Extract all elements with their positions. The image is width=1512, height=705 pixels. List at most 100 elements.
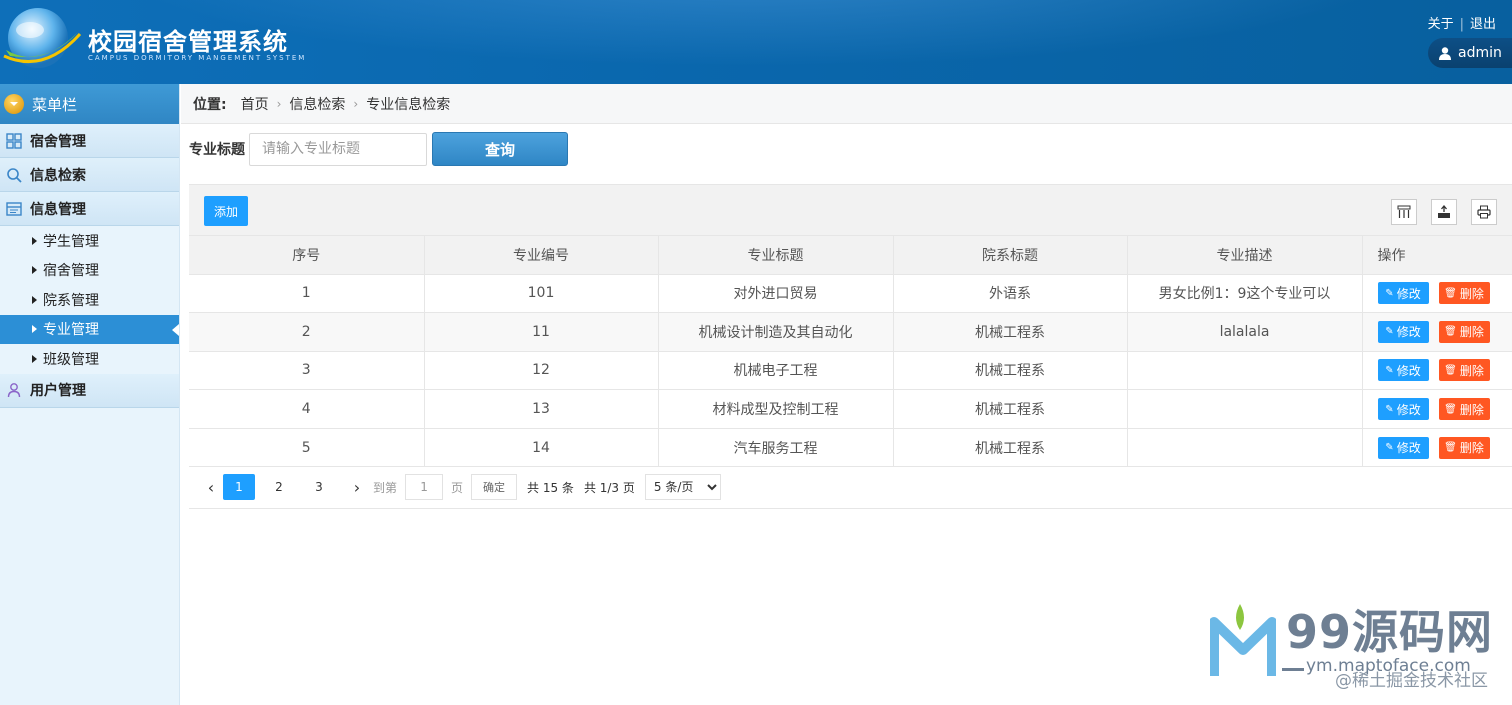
sidebar-item-department[interactable]: 院系管理 (0, 285, 179, 315)
col-header-description[interactable]: 专业描述 (1127, 236, 1363, 275)
sidebar-item-label: 学生管理 (43, 233, 99, 250)
sidebar-item-class[interactable]: 班级管理 (0, 344, 179, 374)
page-3[interactable]: 3 (303, 474, 335, 500)
watermark-community: @稀土掘金技术社区 (1335, 671, 1488, 691)
breadcrumb-info-search[interactable]: 信息检索 (289, 94, 345, 114)
edit-button[interactable]: ✎ 修改 (1377, 398, 1429, 421)
edit-button[interactable]: ✎ 修改 (1377, 436, 1429, 459)
window-icon (6, 201, 22, 216)
total-count: 共 15 条 (527, 480, 574, 495)
watermark: 99源码网 ym.maptoface.com @稀土掘金技术社区 (1210, 596, 1510, 696)
edit-button[interactable]: ✎ 修改 (1377, 282, 1429, 305)
edit-button[interactable]: ✎ 修改 (1377, 320, 1429, 343)
print-icon[interactable] (1471, 199, 1497, 225)
breadcrumb: 位置: 首页 › 信息检索 › 专业信息检索 (181, 84, 1512, 124)
table-toolbar: 添加 (189, 185, 1512, 236)
goto-confirm-button[interactable]: 确定 (471, 474, 518, 501)
delete-button[interactable]: 🗑 删除 (1438, 398, 1490, 421)
system-subtitle: CAMPUS DORMITORY MANGEMENT SYSTEM (88, 54, 307, 62)
sidebar-item-student[interactable]: 学生管理 (0, 226, 179, 256)
cell-major-title: 材料成型及控制工程 (658, 389, 894, 429)
breadcrumb-home[interactable]: 首页 (241, 94, 269, 114)
goto-label: 到第 (373, 480, 398, 495)
sidebar-item-major[interactable]: 专业管理 (0, 314, 179, 344)
watermark-dash (1282, 668, 1304, 671)
delete-button[interactable]: 🗑 删除 (1438, 282, 1490, 305)
delete-button-label: 删除 (1459, 363, 1484, 378)
sidebar-group-user[interactable]: 用户管理 (0, 373, 179, 408)
edit-button-label: 修改 (1396, 441, 1421, 456)
user-badge[interactable]: admin (1428, 38, 1512, 68)
person-icon (7, 383, 21, 398)
page-size-select[interactable]: 5 条/页 (644, 474, 721, 501)
delete-button[interactable]: 🗑 删除 (1438, 320, 1490, 343)
menu-header-label: 菜单栏 (32, 95, 78, 114)
edit-button-label: 修改 (1396, 363, 1421, 378)
pencil-icon: ✎ (1385, 287, 1394, 299)
cell-actions: ✎ 修改 🗑 删除 (1362, 312, 1512, 352)
user-icon (1439, 47, 1451, 60)
column-filter-icon[interactable] (1391, 199, 1417, 225)
cell-department: 机械工程系 (893, 351, 1128, 391)
menu-header[interactable]: 菜单栏 (0, 84, 179, 124)
col-header-major-title[interactable]: 专业标题 (658, 236, 894, 275)
goto-page-input[interactable] (405, 474, 444, 501)
cell-major-title: 机械设计制造及其自动化 (658, 312, 894, 352)
about-link[interactable]: 关于 (1422, 13, 1460, 32)
search-row: 专业标题 查询 (189, 132, 568, 166)
watermark-logo-icon (1210, 604, 1276, 676)
page-2[interactable]: 2 (263, 474, 295, 500)
cell-major-title: 对外进口贸易 (658, 274, 894, 314)
username: admin (1458, 45, 1502, 61)
cell-description (1127, 389, 1363, 429)
cell-description: lalalala (1127, 312, 1363, 352)
sidebar: 菜单栏 宿舍管理 信息检索 信息管理 学生管理 宿舍管理 院系管理 专业管理 班… (0, 84, 180, 705)
next-page-icon[interactable]: › (349, 478, 365, 497)
cell-index: 5 (189, 428, 425, 468)
cell-department: 机械工程系 (893, 389, 1128, 429)
sidebar-group-info[interactable]: 信息管理 (0, 192, 179, 226)
col-header-department[interactable]: 院系标题 (893, 236, 1128, 275)
cell-actions: ✎ 修改 🗑 删除 (1362, 389, 1512, 429)
delete-button-label: 删除 (1459, 325, 1484, 340)
cell-department: 机械工程系 (893, 428, 1128, 468)
trash-icon: 🗑 (1444, 364, 1457, 376)
pencil-icon: ✎ (1385, 403, 1394, 415)
cell-major-title: 汽车服务工程 (658, 428, 894, 468)
delete-button-label: 删除 (1459, 286, 1484, 301)
breadcrumb-chevron-icon: › (353, 96, 359, 111)
prev-page-icon[interactable]: ‹ (203, 478, 219, 497)
page-1[interactable]: 1 (223, 474, 255, 501)
trash-icon: 🗑 (1444, 442, 1457, 454)
sidebar-group-label: 用户管理 (30, 383, 86, 399)
table-row: 5 14 汽车服务工程 机械工程系 ✎ 修改 🗑 删除 (189, 428, 1512, 468)
delete-button-label: 删除 (1459, 402, 1484, 417)
col-header-index[interactable]: 序号 (189, 236, 425, 275)
edit-button[interactable]: ✎ 修改 (1377, 359, 1429, 382)
add-button[interactable]: 添加 (204, 196, 248, 226)
edit-button-label: 修改 (1396, 402, 1421, 417)
pencil-icon: ✎ (1385, 364, 1394, 376)
sidebar-group-dorm[interactable]: 宿舍管理 (0, 124, 179, 158)
delete-button[interactable]: 🗑 删除 (1438, 436, 1490, 459)
breadcrumb-current: 专业信息检索 (366, 96, 451, 113)
cell-index: 4 (189, 389, 425, 429)
table-row: 2 11 机械设计制造及其自动化 机械工程系 lalalala ✎ 修改 🗑 删除 (189, 312, 1512, 352)
caret-right-icon (32, 354, 37, 363)
cell-major-title: 机械电子工程 (658, 351, 894, 391)
cell-index: 1 (189, 274, 425, 314)
app-header: 校园宿舍管理系统 CAMPUS DORMITORY MANGEMENT SYST… (0, 0, 1512, 84)
logout-link[interactable]: 退出 (1464, 13, 1502, 32)
query-button[interactable]: 查询 (432, 132, 568, 166)
sidebar-item-dorm[interactable]: 宿舍管理 (0, 256, 179, 286)
cell-actions: ✎ 修改 🗑 删除 (1362, 274, 1512, 314)
cell-index: 2 (189, 312, 425, 352)
col-header-major-code[interactable]: 专业编号 (424, 236, 659, 275)
major-title-search-input[interactable] (249, 132, 427, 166)
delete-button[interactable]: 🗑 删除 (1438, 359, 1490, 382)
grid-apps-icon (6, 132, 22, 149)
total-pages: 共 1/3 页 (583, 480, 635, 495)
sidebar-group-search[interactable]: 信息检索 (0, 158, 179, 192)
export-icon[interactable] (1431, 199, 1457, 225)
data-table-panel: 添加 序号 专业编号 专业标题 院系标题 专业描述 操作 1 101 对外进口贸… (189, 184, 1512, 509)
